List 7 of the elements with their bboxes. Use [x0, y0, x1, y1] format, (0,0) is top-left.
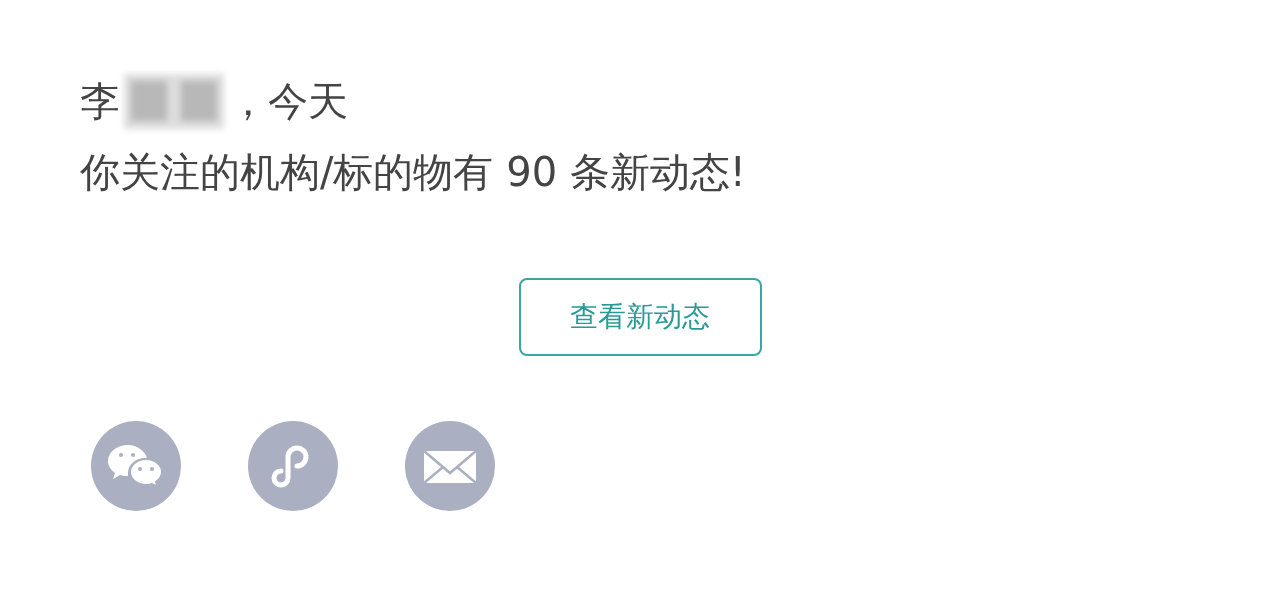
- greeting-text: ，今天: [228, 76, 348, 126]
- email-share-icon[interactable]: [405, 421, 495, 511]
- message-text: 你关注的机构/标的物有 90 条新动态!: [80, 148, 747, 197]
- view-updates-button[interactable]: 查看新动态: [518, 278, 762, 356]
- link-share-icon[interactable]: [248, 421, 338, 511]
- greeting-text: 李: [80, 76, 120, 126]
- wechat-share-icon[interactable]: [91, 421, 181, 511]
